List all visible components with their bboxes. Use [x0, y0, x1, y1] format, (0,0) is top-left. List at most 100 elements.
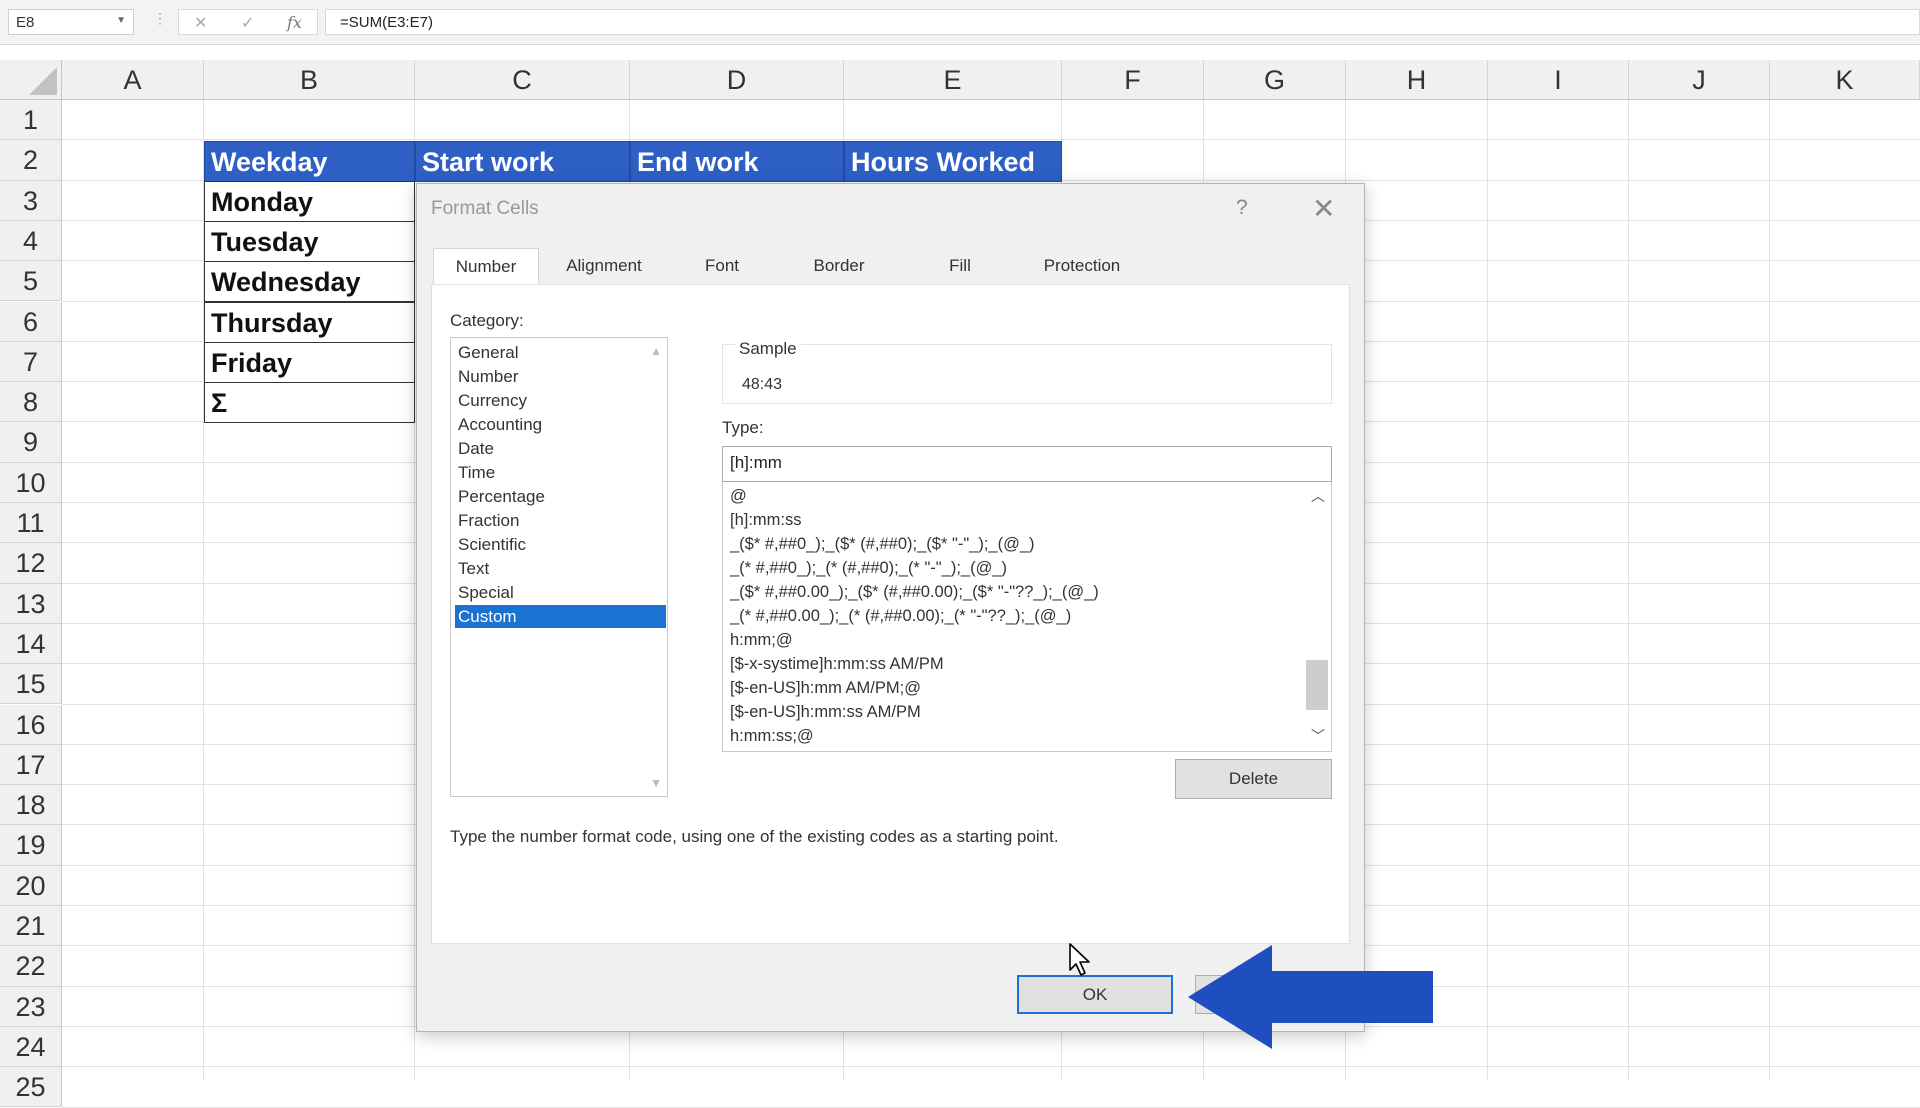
row-header-25[interactable]: 25: [0, 1067, 62, 1107]
header-cell-start-work[interactable]: Start work: [415, 141, 630, 182]
column-header-d[interactable]: D: [630, 60, 844, 100]
column-header-b[interactable]: B: [204, 60, 415, 100]
format-code-item[interactable]: [$-en-US]h:mm:ss AM/PM: [730, 700, 921, 724]
formula-buttons: ✕ ✓ fx: [178, 9, 318, 35]
tab-border[interactable]: Border: [780, 248, 898, 284]
row-header-12[interactable]: 12: [0, 543, 62, 583]
row-header-17[interactable]: 17: [0, 745, 62, 785]
scrollbar-thumb[interactable]: [1306, 660, 1328, 710]
cell-b8[interactable]: Σ: [204, 382, 415, 423]
cancel-icon[interactable]: ✕: [194, 13, 207, 33]
cell-b7[interactable]: Friday: [204, 342, 415, 383]
category-item-special[interactable]: Special: [455, 581, 666, 604]
format-list-scrollbar[interactable]: ︿ ﹀: [1304, 482, 1330, 750]
row-header-14[interactable]: 14: [0, 624, 62, 664]
row-header-6[interactable]: 6: [0, 302, 62, 342]
row-header-13[interactable]: 13: [0, 584, 62, 624]
category-item-currency[interactable]: Currency: [455, 389, 666, 412]
category-item-text[interactable]: Text: [455, 557, 666, 580]
format-hint-text: Type the number format code, using one o…: [450, 827, 1059, 847]
tab-alignment[interactable]: Alignment: [545, 248, 663, 284]
format-code-item[interactable]: [h]:mm:ss: [730, 508, 802, 532]
row-header-19[interactable]: 19: [0, 825, 62, 865]
type-input[interactable]: [h]:mm: [722, 446, 1332, 482]
row-header-18[interactable]: 18: [0, 785, 62, 825]
scroll-down-icon[interactable]: ▼: [650, 776, 662, 790]
category-item-fraction[interactable]: Fraction: [455, 509, 666, 532]
cell-b4[interactable]: Tuesday: [204, 221, 415, 262]
name-box[interactable]: E8 ▼: [8, 9, 134, 35]
row-header-21[interactable]: 21: [0, 906, 62, 946]
column-header-e[interactable]: E: [844, 60, 1062, 100]
row-header-5[interactable]: 5: [0, 261, 62, 301]
format-code-item[interactable]: [$-x-systime]h:mm:ss AM/PM: [730, 652, 944, 676]
column-header-k[interactable]: K: [1770, 60, 1920, 100]
header-cell-end-work[interactable]: End work: [630, 141, 844, 182]
row-header-22[interactable]: 22: [0, 946, 62, 986]
scroll-up-icon[interactable]: ︿: [1311, 486, 1325, 506]
tab-fill[interactable]: Fill: [904, 248, 1016, 284]
category-item-custom[interactable]: Custom: [455, 605, 666, 628]
tab-protection[interactable]: Protection: [1022, 248, 1142, 284]
close-icon[interactable]: ✕: [1312, 192, 1335, 225]
format-code-item[interactable]: _(* #,##0.00_);_(* (#,##0.00);_(* "-"??_…: [730, 604, 1071, 628]
row-header-9[interactable]: 9: [0, 422, 62, 462]
cell-b3[interactable]: Monday: [204, 181, 415, 222]
format-code-item[interactable]: _(* #,##0_);_(* (#,##0);_(* "-"_);_(@_): [730, 556, 1007, 580]
format-code-item[interactable]: h:mm:ss;@: [730, 724, 814, 748]
category-list[interactable]: ▲ ▼ GeneralNumberCurrencyAccountingDateT…: [450, 337, 668, 797]
row-header-23[interactable]: 23: [0, 987, 62, 1027]
row-header-24[interactable]: 24: [0, 1027, 62, 1067]
category-item-number[interactable]: Number: [455, 365, 666, 388]
delete-button[interactable]: Delete: [1175, 759, 1332, 799]
chevron-down-icon[interactable]: ▼: [116, 15, 126, 26]
check-icon[interactable]: ✓: [241, 13, 254, 33]
sample-box: [722, 344, 1332, 404]
cell-b5[interactable]: Wednesday: [204, 261, 415, 302]
format-code-list[interactable]: ︿ ﹀ @[h]:mm:ss_($* #,##0_);_($* (#,##0);…: [722, 482, 1332, 752]
row-header-3[interactable]: 3: [0, 181, 62, 221]
function-icon[interactable]: fx: [287, 13, 302, 32]
column-header-c[interactable]: C: [415, 60, 630, 100]
help-icon[interactable]: ?: [1236, 196, 1248, 220]
sample-value: 48:43: [742, 376, 782, 394]
column-header-h[interactable]: H: [1346, 60, 1488, 100]
tab-number[interactable]: Number: [433, 248, 539, 285]
column-header-f[interactable]: F: [1062, 60, 1204, 100]
scroll-down-icon[interactable]: ﹀: [1311, 726, 1325, 746]
row-header-7[interactable]: 7: [0, 342, 62, 382]
format-code-item[interactable]: _($* #,##0_);_($* (#,##0);_($* "-"_);_(@…: [730, 532, 1035, 556]
format-code-item[interactable]: @: [730, 484, 747, 508]
row-header-15[interactable]: 15: [0, 664, 62, 704]
row-header-1[interactable]: 1: [0, 100, 62, 140]
category-item-scientific[interactable]: Scientific: [455, 533, 666, 556]
category-item-general[interactable]: General: [455, 341, 666, 364]
format-code-item[interactable]: h:mm;@: [730, 628, 793, 652]
select-all-corner[interactable]: [0, 60, 62, 100]
column-header-i[interactable]: I: [1488, 60, 1629, 100]
row-header-10[interactable]: 10: [0, 463, 62, 503]
row-header-8[interactable]: 8: [0, 382, 62, 422]
column-header-g[interactable]: G: [1204, 60, 1346, 100]
cell-b6[interactable]: Thursday: [204, 302, 415, 343]
category-item-percentage[interactable]: Percentage: [455, 485, 666, 508]
category-item-time[interactable]: Time: [455, 461, 666, 484]
row-header-20[interactable]: 20: [0, 866, 62, 906]
row-header-4[interactable]: 4: [0, 221, 62, 261]
column-header-j[interactable]: J: [1629, 60, 1770, 100]
category-item-accounting[interactable]: Accounting: [455, 413, 666, 436]
header-cell-weekday[interactable]: Weekday: [204, 141, 415, 182]
row-header-2[interactable]: 2: [0, 140, 62, 180]
arrow-left-icon: [1188, 945, 1433, 1049]
tab-font[interactable]: Font: [669, 248, 775, 284]
formula-input[interactable]: =SUM(E3:E7): [325, 9, 1920, 35]
format-code-item[interactable]: _($* #,##0.00_);_($* (#,##0.00);_($* "-"…: [730, 580, 1099, 604]
row-header-11[interactable]: 11: [0, 503, 62, 543]
column-header-a[interactable]: A: [62, 60, 204, 100]
ok-button[interactable]: OK: [1017, 975, 1173, 1014]
format-code-item[interactable]: [$-en-US]h:mm AM/PM;@: [730, 676, 921, 700]
more-options-icon[interactable]: ⋮: [153, 10, 167, 27]
category-item-date[interactable]: Date: [455, 437, 666, 460]
header-cell-hours-worked[interactable]: Hours Worked: [844, 141, 1062, 182]
row-header-16[interactable]: 16: [0, 705, 62, 745]
